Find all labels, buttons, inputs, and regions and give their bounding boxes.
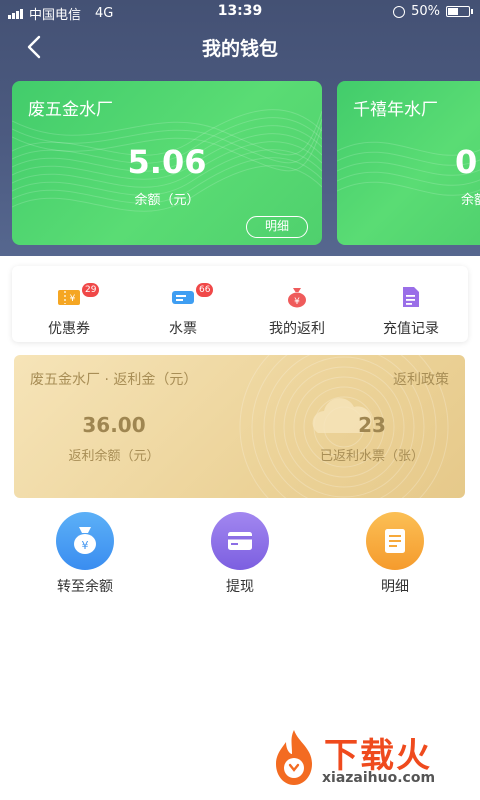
wallet-card[interactable]: 废五金水厂 5.06 余额（元） 明细 [12,81,322,245]
quick-item-my-rebate[interactable]: ¥ 我的返利 [240,266,354,342]
status-bar: 中国电信 4G 13:39 50% [0,0,480,24]
rotation-lock-icon [393,5,406,18]
action-label: 提现 [226,579,254,595]
rebate-title: 废五金水厂 · 返利金（元） [30,372,198,388]
quick-menu: ¥ 29 优惠券 66 水票 ¥ 我的返利 充值记录 [12,266,468,342]
page-title: 我的钱包 [201,38,278,60]
card-balance-label: 余额 [461,193,480,208]
svg-text:¥: ¥ [82,539,89,552]
water-ticket-count-badge: 66 [196,283,214,297]
flame-icon [276,730,312,785]
coupon-icon: ¥ [58,290,80,305]
nav-bar: 我的钱包 [0,24,480,68]
watermark-url: xiazaihuo.com [322,770,436,786]
transfer-to-balance-button[interactable]: ¥ 转至余额 [30,512,140,596]
quick-item-coupon[interactable]: ¥ 29 优惠券 [12,266,126,342]
withdraw-button[interactable]: 提现 [185,512,295,596]
quick-item-label: 水票 [169,321,197,337]
action-row: ¥ 转至余额 提现 明细 [0,512,480,602]
rebate-tickets-value: 23 [358,413,386,437]
watermark-logo: 下载火 xiazaihuo.com [268,728,468,792]
money-bag-icon: ¥ [56,512,114,570]
svg-text:¥: ¥ [70,294,76,304]
svg-text:¥: ¥ [294,297,300,307]
status-right: 50% [393,4,473,19]
quick-item-label: 优惠券 [48,321,90,337]
battery-icon [446,6,473,17]
coupon-count-badge: 29 [82,283,100,297]
quick-item-water-ticket[interactable]: 66 水票 [126,266,240,342]
detail-button[interactable]: 明细 [340,512,450,596]
action-label: 明细 [381,579,409,595]
card-balance-value: 5.06 [127,143,207,181]
battery-percent: 50% [411,4,440,19]
card-balance-label: 余额（元） [134,193,200,208]
water-ticket-icon [172,291,194,304]
quick-item-label: 我的返利 [269,321,325,337]
document-icon [403,287,419,307]
rebate-policy-link[interactable]: 返利政策 [393,369,449,389]
quick-item-label: 充值记录 [383,321,439,337]
card-balance-value: 0. [455,143,480,181]
card-station-name: 千禧年水厂 [353,100,438,120]
quick-item-recharge-history[interactable]: 充值记录 [354,266,468,342]
rebate-tickets-label: 已返利水票（张） [319,449,424,464]
wallet-card[interactable]: 千禧年水厂 0. 余额 [337,81,480,245]
credit-card-icon [211,512,269,570]
list-icon [366,512,424,570]
rebate-balance-label: 返利余额（元） [68,449,160,464]
rebate-card: 废五金水厂 · 返利金（元） 返利政策 36.00 返利余额（元） 23 已返利… [14,355,465,498]
action-label: 转至余额 [57,579,113,595]
card-station-name: 废五金水厂 [28,100,113,120]
card-detail-button[interactable]: 明细 [246,216,308,238]
rebate-balance-value: 36.00 [82,413,146,437]
money-bag-icon: ¥ [288,288,306,308]
